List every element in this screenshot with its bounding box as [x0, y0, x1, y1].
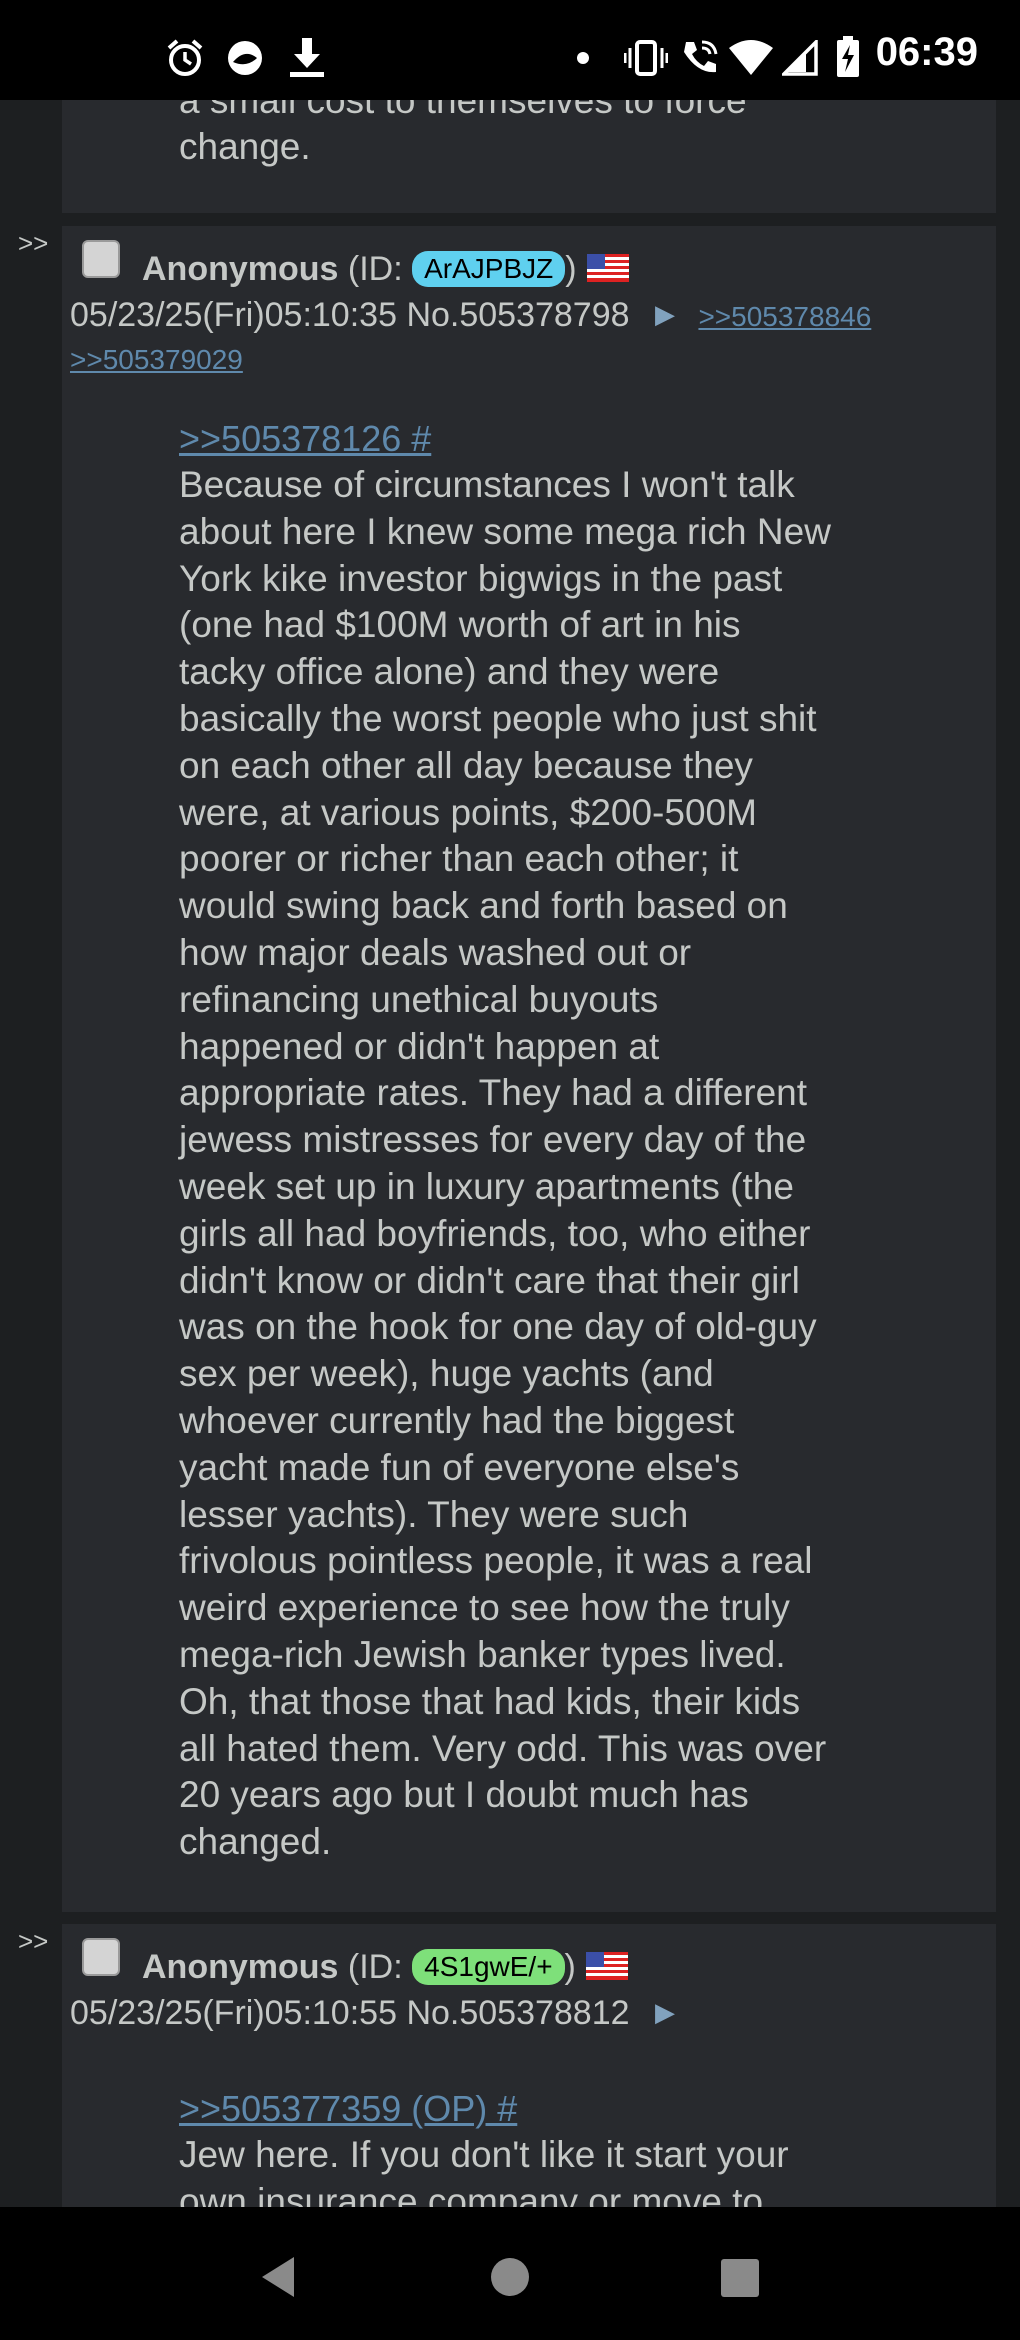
status-bar: 06:39: [0, 0, 1020, 100]
post-body: Jew here. If you don't like it start you…: [179, 2134, 789, 2207]
post-side-arrows: >>: [18, 1926, 49, 1956]
post-meta: 05/23/25(Fri)05:10:55 No.505378812 ▶: [70, 1994, 675, 2033]
backlink[interactable]: >>505379029: [70, 344, 243, 376]
download-icon: [290, 38, 324, 77]
thread-view[interactable]: a small cost to themselves to force chan…: [0, 100, 1020, 2207]
previous-post-fragment: a small cost to themselves to force chan…: [62, 100, 996, 213]
us-flag-icon: [585, 1952, 628, 1980]
wifi-icon: [729, 40, 773, 75]
post-select-checkbox[interactable]: [82, 1938, 120, 1976]
phone-screen: 06:39 a small cost to themselves to forc…: [0, 0, 1020, 2340]
alarm-icon: [167, 39, 203, 76]
poster-id-badge[interactable]: ArAJPBJZ: [412, 251, 566, 287]
battery-charging-icon: [837, 36, 859, 77]
post-header: Anonymous (ID: ArAJPBJZ): [142, 250, 629, 289]
post-meta: 05/23/25(Fri)05:10:35 No.505378798 ▶ >>5…: [70, 296, 871, 335]
post-side-arrows: >>: [18, 228, 49, 258]
nfc-icon: [228, 41, 262, 75]
post-body: Because of circumstances I won't talk ab…: [179, 464, 831, 1863]
post-datetime: 05/23/25(Fri)05:10:35: [70, 296, 397, 334]
previous-post-text-line-1: a small cost to themselves to force: [179, 100, 747, 121]
dot-icon: [577, 52, 589, 64]
wifi-call-icon: [684, 40, 718, 73]
poster-id-suffix: ): [565, 250, 577, 288]
clock: 06:39: [875, 30, 978, 74]
poster-name: Anonymous: [142, 250, 339, 288]
poster-id-suffix: ): [564, 1948, 576, 1986]
post-menu-arrow[interactable]: ▶: [655, 1997, 675, 2027]
poster-id-badge[interactable]: 4S1gwE/+: [412, 1949, 565, 1985]
post-number[interactable]: No.505378798: [406, 296, 629, 334]
back-icon[interactable]: [258, 2255, 298, 2299]
previous-post-text-line-2: change.: [179, 126, 311, 167]
post-select-checkbox[interactable]: [82, 240, 120, 278]
signal-icon: [782, 40, 818, 76]
post-header: Anonymous (ID: 4S1gwE/+): [142, 1948, 628, 1987]
vibrate-icon: [624, 40, 668, 76]
navigation-bar: [0, 2207, 1020, 2340]
post-number[interactable]: No.505378812: [406, 1994, 629, 2032]
quote-link[interactable]: >>505377359 (OP) #: [179, 2088, 517, 2130]
poster-id-prefix: (ID:: [347, 1948, 413, 1986]
poster-id-prefix: (ID:: [347, 250, 413, 288]
backlink[interactable]: >>505378846: [698, 301, 871, 332]
post-menu-arrow[interactable]: ▶: [655, 299, 675, 329]
recents-icon[interactable]: [720, 2258, 760, 2298]
post-datetime: 05/23/25(Fri)05:10:55: [70, 1994, 397, 2032]
post-505378812: Anonymous (ID: 4S1gwE/+) 05/23/25(Fri)05…: [62, 1924, 996, 2207]
us-flag-icon: [586, 254, 629, 282]
home-icon[interactable]: [490, 2257, 530, 2297]
poster-name: Anonymous: [142, 1948, 339, 1986]
post-505378798: Anonymous (ID: ArAJPBJZ) 05/23/25(Fri)05…: [62, 226, 996, 1912]
quote-link[interactable]: >>505378126 #: [179, 418, 431, 460]
